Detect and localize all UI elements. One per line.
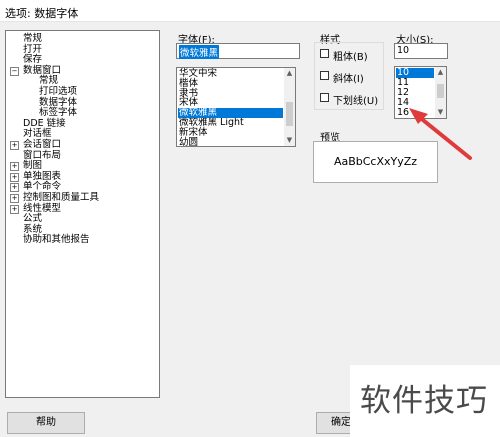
watermark: 软件技巧 [350, 365, 500, 437]
